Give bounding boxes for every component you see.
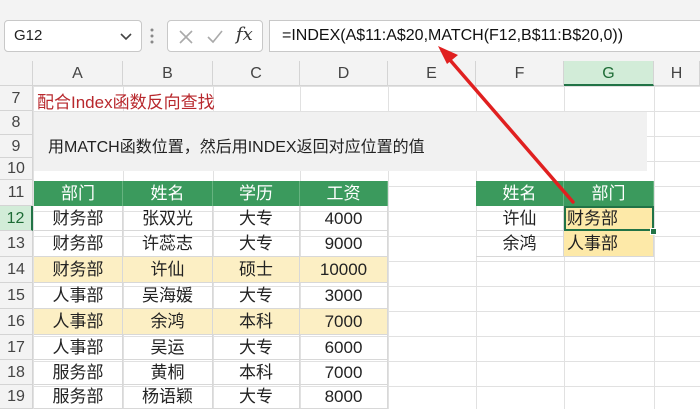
name-box[interactable]: G12 [4,20,142,52]
row-header-13[interactable]: 13 [0,231,33,257]
formula-text: =INDEX(A$11:A$20,MATCH(F12,B$11:B$20,0)) [282,27,624,44]
table-cell[interactable]: 7000 [300,360,388,385]
table-cell[interactable]: 财务部 [34,257,123,283]
table-cell[interactable]: 许仙 [123,257,213,283]
lookup-cell-name[interactable]: 余鸿 [476,231,564,257]
table-header-salary[interactable]: 工资 [300,181,388,206]
table-cell[interactable]: 服务部 [34,360,123,385]
column-header-h[interactable]: H [654,61,700,86]
row-header-8[interactable]: 8 [0,111,33,135]
table-cell[interactable]: 8000 [300,385,388,409]
table-cell[interactable]: 3000 [300,283,388,309]
column-header-b[interactable]: B [123,61,213,86]
formula-toolbar: G12 fx =INDEX(A$11:A$20,MATCH(F12,B$11:B… [0,0,700,61]
row-header-16[interactable]: 16 [0,309,33,335]
table-cell[interactable]: 财务部 [34,231,123,257]
table-cell[interactable]: 6000 [300,335,388,360]
note-text: 用MATCH函数位置，然后用INDEX返回对应位置的值 [48,139,425,156]
table-cell[interactable]: 4000 [300,206,388,231]
row-header-9[interactable]: 9 [0,135,33,158]
column-header-f[interactable]: F [476,61,564,86]
table-cell[interactable]: 人事部 [34,283,123,309]
table-cell[interactable]: 许蕊志 [123,231,213,257]
cancel-icon[interactable] [178,29,194,45]
table-cell[interactable]: 财务部 [34,206,123,231]
insert-function-button[interactable]: fx [236,24,253,45]
column-header-g[interactable]: G [564,61,654,86]
table-cell[interactable]: 服务部 [34,385,123,409]
row-header-14[interactable]: 14 [0,257,33,283]
table-cell[interactable]: 10000 [300,257,388,283]
table-cell[interactable]: 本科 [213,360,300,385]
table-header-education[interactable]: 学历 [213,181,300,206]
column-header-d[interactable]: D [300,61,388,86]
lookup-header-dept[interactable]: 部门 [564,181,654,206]
table-cell[interactable]: 吴运 [123,335,213,360]
table-cell[interactable]: 硕士 [213,257,300,283]
table-cell[interactable]: 本科 [213,309,300,335]
table-cell[interactable]: 7000 [300,309,388,335]
table-cell[interactable]: 大专 [213,335,300,360]
table-cell[interactable]: 大专 [213,385,300,409]
row-header-10[interactable]: 10 [0,158,33,180]
select-all-corner[interactable] [0,61,33,86]
note-box: 用MATCH函数位置，然后用INDEX返回对应位置的值 [34,112,647,171]
table-cell[interactable]: 黄桐 [123,360,213,385]
table-cell[interactable]: 大专 [213,231,300,257]
table-cell[interactable]: 9000 [300,231,388,257]
table-cell[interactable]: 张双光 [123,206,213,231]
row-header-17[interactable]: 17 [0,335,33,360]
formula-actions: fx [167,20,263,52]
table-cell[interactable]: 大专 [213,283,300,309]
table-header-dept[interactable]: 部门 [34,181,123,206]
row-header-18[interactable]: 18 [0,360,33,385]
table-cell[interactable]: 吴海媛 [123,283,213,309]
table-cell[interactable]: 余鸿 [123,309,213,335]
grid-line [654,86,655,409]
column-header-a[interactable]: A [33,61,123,86]
row-header-15[interactable]: 15 [0,283,33,309]
row-header-12[interactable]: 12 [0,206,33,231]
table-header-name[interactable]: 姓名 [123,181,213,206]
more-options-icon[interactable] [150,27,154,45]
row-header-11[interactable]: 11 [0,180,33,206]
fill-handle[interactable] [650,228,657,235]
lookup-header-name[interactable]: 姓名 [476,181,564,206]
column-header-c[interactable]: C [213,61,300,86]
row-header-19[interactable]: 19 [0,385,33,409]
confirm-icon[interactable] [206,29,224,45]
table-cell[interactable]: 大专 [213,206,300,231]
table-cell[interactable]: 杨语颖 [123,385,213,409]
column-header-e[interactable]: E [388,61,476,86]
chevron-down-icon[interactable] [119,29,133,43]
active-cell-g12[interactable]: 财务部 [564,206,654,231]
table-cell[interactable]: 人事部 [34,309,123,335]
lookup-cell-result[interactable]: 人事部 [564,231,654,257]
sheet-title: 配合Index函数反向查找 [37,93,215,112]
formula-input[interactable]: =INDEX(A$11:A$20,MATCH(F12,B$11:B$20,0)) [269,20,700,52]
name-box-value: G12 [14,27,43,44]
lookup-cell-name[interactable]: 许仙 [476,206,564,231]
row-header-7[interactable]: 7 [0,86,33,111]
table-cell[interactable]: 人事部 [34,335,123,360]
